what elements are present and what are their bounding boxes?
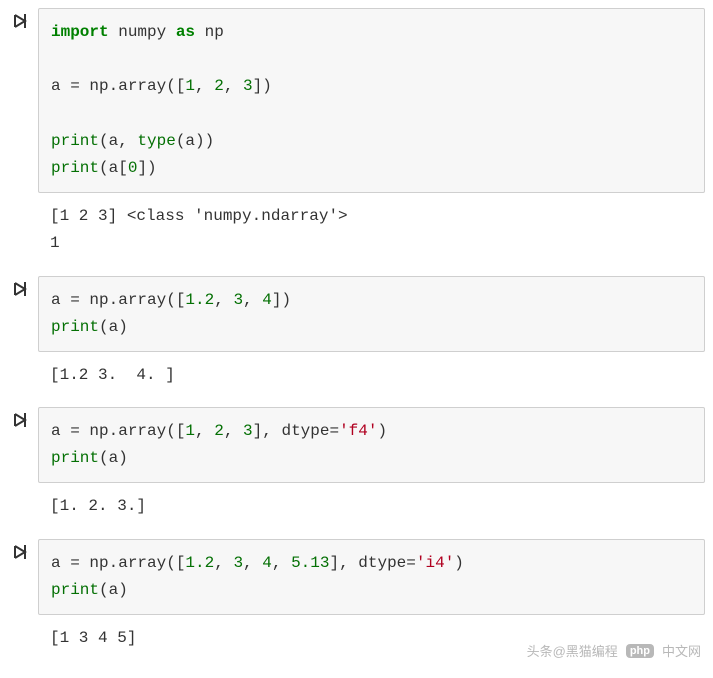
cell-body: import numpy as np a = np.array([1, 2, 3… bbox=[38, 8, 705, 260]
code-input[interactable]: a = np.array([1.2, 3, 4]) print(a) bbox=[38, 276, 705, 352]
cell-body: a = np.array([1.2, 3, 4, 5.13], dtype='i… bbox=[38, 539, 705, 655]
code-input[interactable]: a = np.array([1.2, 3, 4, 5.13], dtype='i… bbox=[38, 539, 705, 615]
cell-output: [1. 2. 3.] bbox=[38, 483, 705, 522]
code-cell: import numpy as np a = np.array([1, 2, 3… bbox=[8, 8, 705, 260]
code-cell: a = np.array([1.2, 3, 4]) print(a)[1.2 3… bbox=[8, 276, 705, 392]
cell-body: a = np.array([1.2, 3, 4]) print(a)[1.2 3… bbox=[38, 276, 705, 392]
notebook-cells: import numpy as np a = np.array([1, 2, 3… bbox=[8, 8, 705, 654]
run-cell-icon[interactable] bbox=[8, 413, 32, 427]
run-cell-icon[interactable] bbox=[8, 545, 32, 559]
code-input[interactable]: import numpy as np a = np.array([1, 2, 3… bbox=[38, 8, 705, 193]
cell-output: [1.2 3. 4. ] bbox=[38, 352, 705, 391]
code-cell: a = np.array([1, 2, 3], dtype='f4') prin… bbox=[8, 407, 705, 523]
cell-output: [1 3 4 5] bbox=[38, 615, 705, 654]
cell-output: [1 2 3] <class 'numpy.ndarray'> 1 bbox=[38, 193, 705, 259]
code-input[interactable]: a = np.array([1, 2, 3], dtype='f4') prin… bbox=[38, 407, 705, 483]
cell-body: a = np.array([1, 2, 3], dtype='f4') prin… bbox=[38, 407, 705, 523]
run-cell-icon[interactable] bbox=[8, 282, 32, 296]
run-cell-icon[interactable] bbox=[8, 14, 32, 28]
code-cell: a = np.array([1.2, 3, 4, 5.13], dtype='i… bbox=[8, 539, 705, 655]
